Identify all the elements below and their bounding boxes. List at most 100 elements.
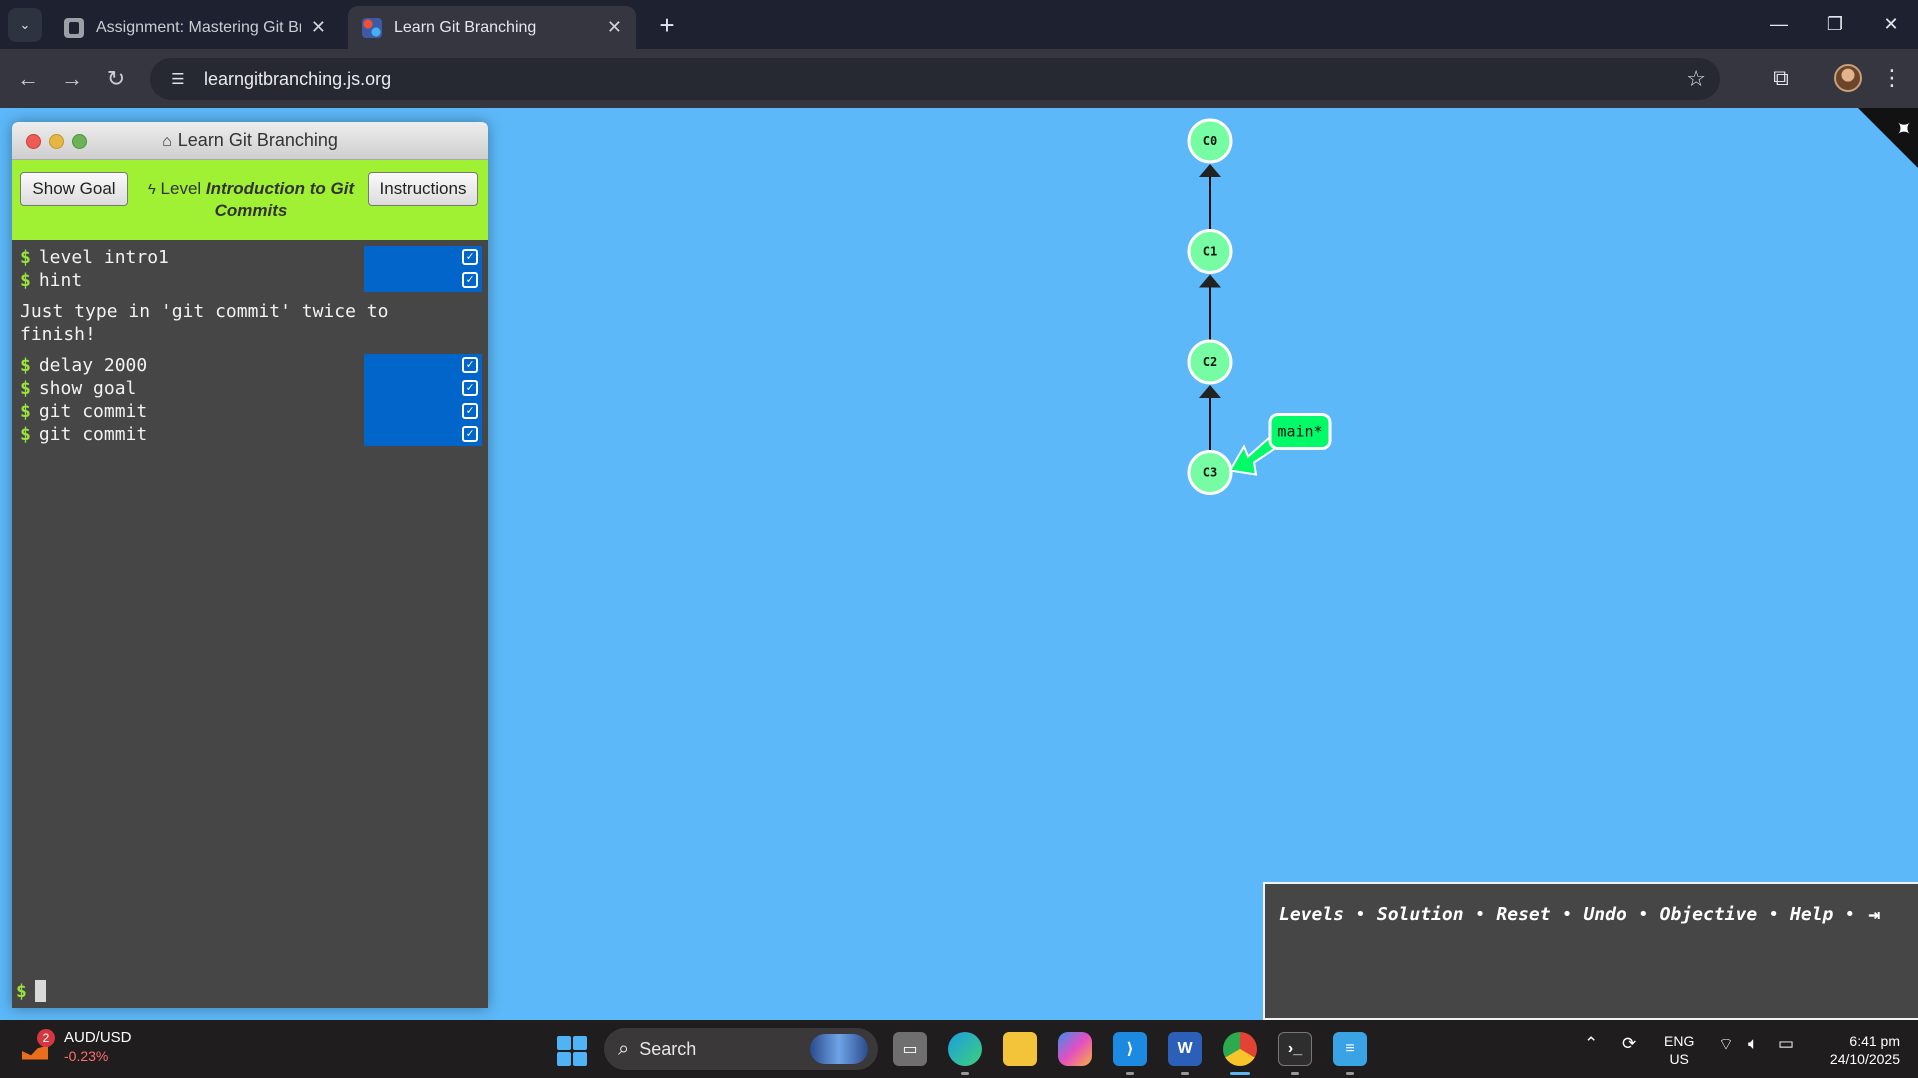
minimize-dot-icon[interactable] bbox=[49, 134, 64, 149]
command-history-row: $ show goal ✓ bbox=[12, 377, 488, 400]
branch-tag[interactable]: main* bbox=[1228, 413, 1332, 476]
app-indicator bbox=[961, 1072, 969, 1075]
chrome-icon[interactable] bbox=[1223, 1032, 1257, 1066]
clock-time: 6:41 pm bbox=[1849, 1033, 1900, 1049]
terminal-title-bar: ⌂ Learn Git Branching bbox=[12, 122, 488, 160]
search-highlight-icon bbox=[810, 1034, 868, 1064]
command-link-objective[interactable]: Objective bbox=[1660, 904, 1758, 925]
checkbox-checked-icon: ✓ bbox=[462, 403, 478, 419]
chevron-up-icon[interactable]: ⌃ bbox=[1584, 1034, 1598, 1054]
command-history-row: $ git commit ✓ bbox=[12, 423, 488, 446]
command-link-reset[interactable]: Reset bbox=[1496, 904, 1550, 925]
terminal-title-text: Learn Git Branching bbox=[177, 130, 338, 150]
task-view-icon[interactable]: ▭ bbox=[893, 1032, 927, 1066]
battery-icon[interactable]: ▭ bbox=[1778, 1034, 1794, 1054]
commit-label: C0 bbox=[1203, 134, 1217, 148]
terminal-window: ⌂ Learn Git Branching Show Goal ϟ Level I… bbox=[12, 122, 488, 1008]
search-label: Search bbox=[639, 1038, 697, 1059]
command-link-help[interactable]: Help bbox=[1790, 904, 1833, 925]
command-bar-links: Levels • Solution • Reset • Undo • Objective • Hel… bbox=[1279, 902, 1880, 926]
commit-node[interactable]: C0 bbox=[1187, 118, 1233, 164]
prompt-symbol: $ bbox=[20, 424, 31, 445]
text-cursor[interactable] bbox=[34, 980, 46, 1002]
app-indicator bbox=[1291, 1072, 1299, 1075]
show-goal-button[interactable]: Show Goal bbox=[20, 172, 128, 206]
windows-taskbar: 2 AUD/USD -0.23% ⌕ Search ▭ ⟩ W ›_ ≡ ⌃ ⟳… bbox=[0, 1020, 1918, 1078]
prompt-symbol: $ bbox=[20, 247, 31, 268]
edge-arrowhead bbox=[1199, 164, 1221, 177]
command-prompt[interactable]: $ bbox=[16, 980, 46, 1002]
file-explorer-icon[interactable] bbox=[1003, 1032, 1037, 1066]
ticker-change: -0.23% bbox=[64, 1048, 109, 1064]
separator: • bbox=[1637, 903, 1649, 925]
prompt-symbol: $ bbox=[16, 980, 27, 1002]
stock-chart-icon: 2 bbox=[22, 1028, 55, 1062]
terminal-message: Just type in 'git commit' twice to finis… bbox=[20, 301, 389, 345]
maximize-dot-icon[interactable] bbox=[72, 134, 87, 149]
region-code: US bbox=[1669, 1051, 1689, 1067]
app-indicator bbox=[1126, 1072, 1134, 1075]
level-toolbar: Show Goal ϟ Level Introduction to Git Co… bbox=[12, 160, 488, 240]
terminal-app-icon[interactable]: ›_ bbox=[1278, 1032, 1312, 1066]
command-text: git commit bbox=[38, 401, 148, 422]
clock-date: 24/10/2025 bbox=[1829, 1051, 1900, 1067]
command-link-levels[interactable]: Levels bbox=[1279, 904, 1344, 925]
level-indicator: ϟ Level Introduction to Git Commits bbox=[138, 178, 364, 221]
prompt-symbol: $ bbox=[20, 270, 31, 291]
command-history-group: $ delay 2000 ✓ $ show goal ✓ $ git commit ✓ $ git … bbox=[12, 354, 488, 446]
separator: • bbox=[1474, 903, 1486, 925]
app-indicator bbox=[1181, 1072, 1189, 1075]
separator: • bbox=[1561, 903, 1573, 925]
volume-icon[interactable]: 🔈︎ bbox=[1748, 1034, 1758, 1054]
bolt-icon: ϟ bbox=[147, 181, 156, 198]
search-icon: ⌕ bbox=[618, 1037, 630, 1060]
ticker-symbol: AUD/USD bbox=[64, 1029, 132, 1046]
commit-label: C3 bbox=[1203, 466, 1217, 480]
edge-browser-icon[interactable] bbox=[948, 1032, 982, 1066]
notification-badge: 2 bbox=[37, 1028, 55, 1047]
commit-node[interactable]: C1 bbox=[1187, 229, 1233, 274]
notepad-icon[interactable]: ≡ bbox=[1333, 1032, 1367, 1066]
stock-widget[interactable]: 2 AUD/USD -0.23% bbox=[22, 1028, 132, 1064]
command-link-undo[interactable]: Undo bbox=[1583, 904, 1626, 925]
separator: • bbox=[1355, 903, 1366, 925]
separator: • bbox=[1768, 903, 1780, 925]
command-text: delay 2000 bbox=[38, 355, 148, 376]
language-code: ENG bbox=[1664, 1033, 1695, 1049]
command-history-row: $ level intro1 ✓ bbox=[12, 246, 488, 269]
level-name: Introduction to Git Commits bbox=[205, 179, 355, 220]
windows-start-icon[interactable] bbox=[557, 1036, 587, 1066]
commit-label: C1 bbox=[1203, 245, 1217, 259]
commit-label: C2 bbox=[1203, 355, 1217, 369]
command-history-row: $ delay 2000 ✓ bbox=[12, 354, 488, 377]
command-bar: Levels • Solution • Reset • Undo • Objective • Hel… bbox=[1263, 882, 1918, 1020]
command-text: git commit bbox=[38, 424, 148, 445]
exit-icon[interactable]: ⇥ bbox=[1868, 902, 1880, 926]
prompt-symbol: $ bbox=[20, 378, 31, 399]
commit-node[interactable]: C3 bbox=[1187, 450, 1233, 495]
edge-arrowhead bbox=[1199, 274, 1221, 288]
level-prefix: Level bbox=[160, 179, 202, 198]
checkbox-checked-icon: ✓ bbox=[462, 357, 478, 373]
prompt-symbol: $ bbox=[20, 401, 31, 422]
taskbar-search[interactable]: ⌕ Search bbox=[604, 1028, 878, 1070]
word-icon[interactable]: W bbox=[1168, 1032, 1202, 1066]
system-clock[interactable]: 6:41 pm 24/10/2025 bbox=[1810, 1032, 1900, 1068]
vscode-icon[interactable]: ⟩ bbox=[1113, 1032, 1147, 1066]
checkbox-checked-icon: ✓ bbox=[462, 249, 478, 265]
checkbox-checked-icon: ✓ bbox=[462, 426, 478, 442]
command-text: show goal bbox=[38, 378, 137, 399]
sync-icon[interactable]: ⟳ bbox=[1622, 1034, 1636, 1054]
copilot-icon[interactable] bbox=[1058, 1032, 1092, 1066]
command-link-solution[interactable]: Solution bbox=[1377, 904, 1464, 925]
checkbox-checked-icon: ✓ bbox=[462, 272, 478, 288]
close-dot-icon[interactable] bbox=[26, 134, 41, 149]
terminal-output: $ level intro1 ✓ $ hint ✓ Just type in 'git c… bbox=[12, 240, 488, 1008]
language-indicator[interactable]: ENG US bbox=[1664, 1032, 1694, 1068]
command-text: level intro1 bbox=[38, 247, 169, 268]
instructions-button[interactable]: Instructions bbox=[368, 172, 478, 206]
wifi-icon[interactable]: ⌔ bbox=[1718, 1034, 1734, 1055]
prompt-symbol: $ bbox=[20, 355, 31, 376]
commit-node[interactable]: C2 bbox=[1187, 339, 1233, 385]
command-history-group: $ level intro1 ✓ $ hint ✓ bbox=[12, 246, 488, 292]
